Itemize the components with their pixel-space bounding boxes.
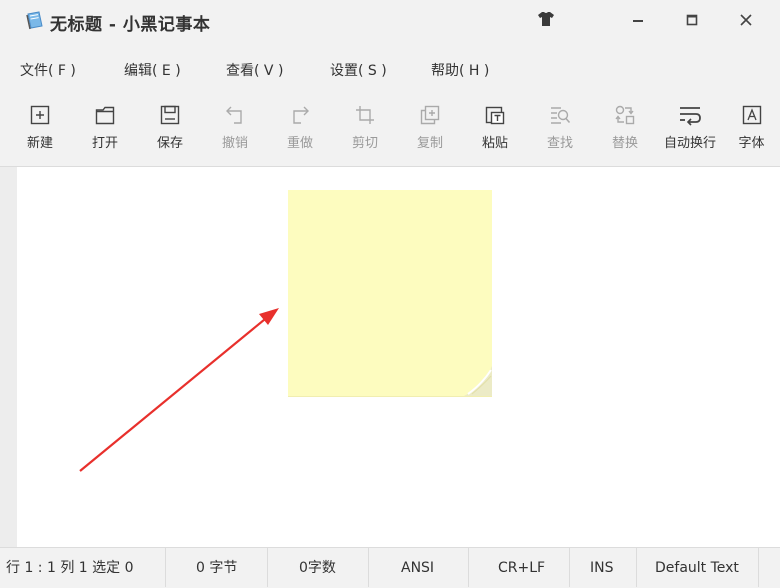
status-divider: [636, 548, 637, 587]
undo-label: 撤销: [221, 136, 248, 151]
byte-count: 0 字节: [196, 560, 238, 576]
undo-button[interactable]: 撤销: [203, 96, 267, 154]
title-bar: 无标题 - 小黑记事本: [0, 0, 780, 44]
replace-icon: [593, 104, 657, 126]
replace-label: 替换: [611, 136, 638, 151]
word-wrap-button[interactable]: 自动换行: [658, 96, 722, 154]
menu-settings[interactable]: 设置( S ): [330, 60, 387, 80]
replace-button[interactable]: 替换: [593, 96, 657, 154]
status-divider: [468, 548, 469, 587]
red-arrow: [79, 308, 279, 472]
copy-icon: [398, 104, 462, 126]
close-button[interactable]: [732, 8, 760, 34]
minimize-icon: [631, 12, 645, 31]
maximize-icon: [685, 12, 699, 31]
char-count: 0字数: [299, 560, 336, 576]
cursor-position: 行 1 : 1 列 1 选定 0: [6, 560, 134, 576]
skin-button[interactable]: [532, 8, 560, 34]
status-divider: [368, 548, 369, 587]
find-button[interactable]: 查找: [528, 96, 592, 154]
find-label: 查找: [546, 136, 573, 151]
notebook-icon: [24, 11, 46, 31]
save-icon: [138, 104, 202, 126]
status-divider: [267, 548, 268, 587]
copy-button[interactable]: 复制: [398, 96, 462, 154]
redo-label: 重做: [286, 136, 313, 151]
paste-label: 粘贴: [481, 136, 508, 151]
menu-help[interactable]: 帮助( H ): [431, 60, 489, 80]
close-icon: [739, 12, 753, 31]
save-button[interactable]: 保存: [138, 96, 202, 154]
toolbar: 新建 打开 保存 撤销 重做 剪切 复制 粘贴 查找 替换 自动换行 字体: [0, 96, 780, 158]
theme-status[interactable]: Default Text: [655, 548, 739, 587]
redo-icon: [268, 104, 332, 126]
font-icon: [723, 104, 780, 126]
paste-button[interactable]: 粘贴: [463, 96, 527, 154]
menu-file[interactable]: 文件( F ): [20, 60, 76, 80]
save-label: 保存: [156, 136, 183, 151]
new-file-icon: [8, 104, 72, 126]
line-ending-status[interactable]: CR+LF: [498, 548, 545, 587]
redo-button[interactable]: 重做: [268, 96, 332, 154]
new-label: 新建: [26, 136, 53, 151]
copy-label: 复制: [416, 136, 443, 151]
undo-icon: [203, 104, 267, 126]
window-title: 无标题 - 小黑记事本: [50, 15, 211, 35]
maximize-button[interactable]: [678, 8, 706, 34]
paste-icon: [463, 104, 527, 126]
status-divider: [758, 548, 759, 587]
menu-view[interactable]: 查看( V ): [226, 60, 283, 80]
cut-crop-icon: [333, 104, 397, 126]
menu-bar: 文件( F ) 编辑( E ) 查看( V ) 设置( S ) 帮助( H ): [0, 56, 780, 84]
open-label: 打开: [91, 136, 118, 151]
menu-edit[interactable]: 编辑( E ): [124, 60, 181, 80]
encoding-status[interactable]: ANSI: [401, 548, 434, 587]
status-bar: 行 1 : 1 列 1 选定 0 0 字节 0字数 ANSI CR+LF INS…: [0, 548, 780, 587]
font-button[interactable]: 字体: [723, 96, 780, 154]
new-button[interactable]: 新建: [8, 96, 72, 154]
find-icon: [528, 104, 592, 126]
minimize-button[interactable]: [624, 8, 652, 34]
insert-mode-status[interactable]: INS: [590, 548, 614, 587]
folder-icon: [73, 104, 137, 126]
cut-label: 剪切: [351, 136, 378, 151]
editor-area: [0, 166, 780, 548]
word-wrap-label: 自动换行: [663, 136, 716, 151]
cut-button[interactable]: 剪切: [333, 96, 397, 154]
status-divider: [569, 548, 570, 587]
open-button[interactable]: 打开: [73, 96, 137, 154]
font-label: 字体: [738, 136, 765, 151]
tshirt-icon: [537, 11, 555, 31]
word-wrap-icon: [658, 104, 722, 126]
status-divider: [165, 548, 166, 587]
